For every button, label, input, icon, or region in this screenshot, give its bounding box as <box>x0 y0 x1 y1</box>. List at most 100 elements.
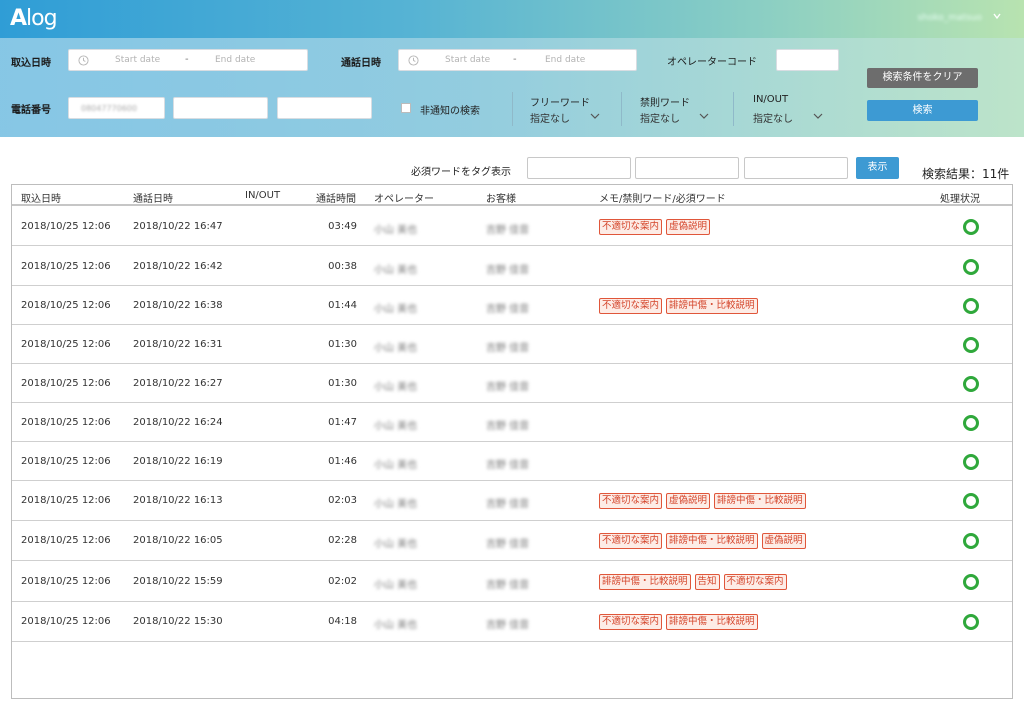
call-date-label: 通話日時 <box>341 58 381 69</box>
phone-input-1[interactable]: 08047770600 <box>68 97 165 119</box>
call-datetime: 2018/10/22 16:42 <box>133 261 223 272</box>
required-word-input-1[interactable] <box>527 157 631 179</box>
call-datetime: 2018/10/22 15:59 <box>133 576 223 587</box>
status-ok-icon[interactable] <box>963 533 979 549</box>
keyword-tag[interactable]: 誹謗中傷・比較説明 <box>666 614 758 630</box>
intake-datetime: 2018/10/25 12:06 <box>21 261 111 272</box>
column-header[interactable]: オペレーター <box>374 190 434 205</box>
required-word-input-3[interactable] <box>744 157 848 179</box>
intake-date-label: 取込日時 <box>11 58 51 69</box>
status-ok-icon[interactable] <box>963 337 979 353</box>
keyword-tag[interactable]: 虚偽説明 <box>761 533 806 549</box>
status-ok-icon[interactable] <box>963 454 979 470</box>
status-ok-icon[interactable] <box>963 493 979 509</box>
customer-name: 吉野 佳音 <box>486 382 530 393</box>
divider <box>733 92 734 126</box>
column-header[interactable]: メモ/禁則ワード/必須ワード <box>599 190 726 205</box>
status-ok-icon[interactable] <box>963 415 979 431</box>
keyword-tag[interactable]: 不適切な案内 <box>723 574 787 590</box>
title-bar: Alog shoko_matsuo <box>0 0 1024 38</box>
range-dash: - <box>513 54 517 65</box>
call-duration: 01:30 <box>328 378 357 389</box>
chevron-down-icon[interactable] <box>590 113 600 120</box>
table-row[interactable]: 2018/10/25 12:06 2018/10/22 16:19 01:46 小山 … <box>12 442 1012 481</box>
free-word-dropdown[interactable]: 指定なし <box>530 110 570 125</box>
call-datetime: 2018/10/22 16:27 <box>133 378 223 389</box>
keyword-tag[interactable]: 不適切な案内 <box>599 298 663 314</box>
operator-name: 小山 美也 <box>374 460 418 471</box>
keyword-tag[interactable]: 不適切な案内 <box>599 614 663 630</box>
operator-name: 小山 美也 <box>374 382 418 393</box>
table-row[interactable]: 2018/10/25 12:06 2018/10/22 16:38 01:44 小山 … <box>12 286 1012 325</box>
column-header[interactable]: IN/OUT <box>245 190 280 201</box>
call-duration: 01:46 <box>328 456 357 467</box>
call-date-range-input[interactable]: Start date - End date <box>398 49 637 71</box>
keyword-tag[interactable]: 不適切な案内 <box>599 533 663 549</box>
table-row[interactable]: 2018/10/25 12:06 2018/10/22 15:30 04:18 小山 … <box>12 602 1012 642</box>
call-duration: 04:18 <box>328 616 357 627</box>
call-datetime: 2018/10/22 16:13 <box>133 495 223 506</box>
divider <box>621 92 622 126</box>
required-word-input-2[interactable] <box>635 157 739 179</box>
table-row[interactable]: 2018/10/25 12:06 2018/10/22 15:59 02:02 小山 … <box>12 561 1012 602</box>
banned-word-dropdown[interactable]: 指定なし <box>640 110 680 125</box>
column-header[interactable]: 処理状況 <box>940 190 980 205</box>
keyword-tag[interactable]: 虚偽説明 <box>666 493 711 509</box>
intake-datetime: 2018/10/25 12:06 <box>21 576 111 587</box>
operator-name: 小山 美也 <box>374 265 418 276</box>
column-header[interactable]: 通話時間 <box>316 190 356 205</box>
customer-name: 吉野 佳音 <box>486 460 530 471</box>
table-row[interactable]: 2018/10/25 12:06 2018/10/22 16:13 02:03 小山 … <box>12 481 1012 521</box>
user-menu-chevron-icon[interactable] <box>992 11 1002 21</box>
memo-tags: 誹謗中傷・比較説明 告知 不適切な案内 <box>599 574 787 590</box>
keyword-tag[interactable]: 誹謗中傷・比較説明 <box>666 298 758 314</box>
operator-code-input[interactable] <box>776 49 839 71</box>
phone-input-3[interactable] <box>277 97 372 119</box>
chevron-down-icon[interactable] <box>813 113 823 120</box>
call-duration: 00:38 <box>328 261 357 272</box>
column-header[interactable]: 取込日時 <box>21 190 61 205</box>
hidden-number-checkbox[interactable] <box>401 103 411 113</box>
customer-name: 吉野 佳音 <box>486 580 530 591</box>
customer-name: 吉野 佳音 <box>486 499 530 510</box>
customer-name: 吉野 佳音 <box>486 265 530 276</box>
keyword-tag[interactable]: 誹謗中傷・比較説明 <box>714 493 806 509</box>
inout-title: IN/OUT <box>753 94 789 105</box>
table-row[interactable]: 2018/10/25 12:06 2018/10/22 16:24 01:47 小山 … <box>12 403 1012 442</box>
show-tags-button[interactable]: 表示 <box>856 157 899 179</box>
user-name[interactable]: shoko_matsuo <box>917 13 982 23</box>
intake-date-range-input[interactable]: Start date - End date <box>68 49 308 71</box>
table-row[interactable]: 2018/10/25 12:06 2018/10/22 16:27 01:30 小山 … <box>12 364 1012 403</box>
status-ok-icon[interactable] <box>963 259 979 275</box>
keyword-tag[interactable]: 不適切な案内 <box>599 493 663 509</box>
keyword-tag[interactable]: 誹謗中傷・比較説明 <box>666 533 758 549</box>
free-word-title: フリーワード <box>530 98 590 109</box>
status-ok-icon[interactable] <box>963 219 979 235</box>
operator-name: 小山 美也 <box>374 580 418 591</box>
intake-datetime: 2018/10/25 12:06 <box>21 339 111 350</box>
table-row[interactable]: 2018/10/25 12:06 2018/10/22 16:31 01:30 小山 … <box>12 325 1012 364</box>
clear-filters-button[interactable]: 検索条件をクリア <box>867 68 978 88</box>
table-row[interactable]: 2018/10/25 12:06 2018/10/22 16:47 03:49 小山 … <box>12 207 1012 246</box>
intake-datetime: 2018/10/25 12:06 <box>21 221 111 232</box>
call-duration: 02:03 <box>328 495 357 506</box>
table-row[interactable]: 2018/10/25 12:06 2018/10/22 16:05 02:28 小山 … <box>12 521 1012 561</box>
table-row[interactable]: 2018/10/25 12:06 2018/10/22 16:42 00:38 小山 … <box>12 247 1012 286</box>
keyword-tag[interactable]: 告知 <box>694 574 720 590</box>
column-header[interactable]: 通話日時 <box>133 190 173 205</box>
customer-name: 吉野 佳音 <box>486 620 530 631</box>
phone-input-2[interactable] <box>173 97 268 119</box>
search-button[interactable]: 検索 <box>867 100 978 121</box>
status-ok-icon[interactable] <box>963 376 979 392</box>
keyword-tag[interactable]: 虚偽説明 <box>666 219 711 235</box>
status-ok-icon[interactable] <box>963 614 979 630</box>
status-ok-icon[interactable] <box>963 574 979 590</box>
clock-icon <box>78 55 89 66</box>
keyword-tag[interactable]: 不適切な案内 <box>599 219 663 235</box>
keyword-tag[interactable]: 誹謗中傷・比較説明 <box>599 574 691 590</box>
table-header: 取込日時 通話日時 IN/OUT 通話時間 オペレーター お客様 メモ/禁則ワー… <box>12 185 1012 206</box>
status-ok-icon[interactable] <box>963 298 979 314</box>
inout-dropdown[interactable]: 指定なし <box>753 110 793 125</box>
column-header[interactable]: お客様 <box>486 190 516 205</box>
chevron-down-icon[interactable] <box>699 113 709 120</box>
